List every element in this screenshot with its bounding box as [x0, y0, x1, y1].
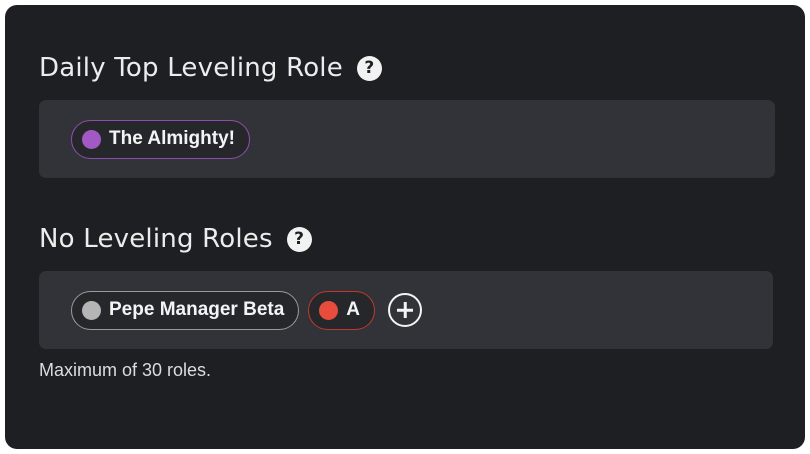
role-color-dot — [319, 300, 339, 320]
no-leveling-role-picker[interactable]: Pepe Manager Beta A — [39, 271, 773, 349]
daily-top-role-picker[interactable]: The Almighty! — [39, 100, 775, 178]
role-chip-a[interactable]: A — [308, 290, 376, 330]
plus-circle-icon[interactable] — [388, 293, 423, 327]
role-color-dot — [82, 300, 101, 320]
role-color-dot — [82, 129, 101, 149]
role-chip-label: Pepe Manager Beta — [109, 299, 285, 320]
daily-top-section-header: Daily Top Leveling Role ? — [39, 53, 382, 83]
daily-top-title: Daily Top Leveling Role — [39, 53, 343, 83]
role-chip-label: The Almighty! — [109, 128, 235, 149]
role-chip-the-almighty[interactable]: The Almighty! — [71, 119, 250, 159]
role-chip-pepe-manager-beta[interactable]: Pepe Manager Beta — [71, 290, 300, 330]
no-leveling-section-header: No Leveling Roles ? — [39, 224, 312, 254]
question-mark-icon[interactable]: ? — [286, 226, 312, 252]
question-mark-icon[interactable]: ? — [356, 55, 382, 81]
role-chip-label: A — [346, 299, 361, 320]
max-roles-hint: Maximum of 30 roles. — [39, 360, 212, 380]
no-leveling-title: No Leveling Roles — [39, 224, 273, 254]
leveling-roles-settings: Daily Top Leveling Role ? The Almighty! … — [5, 5, 805, 449]
